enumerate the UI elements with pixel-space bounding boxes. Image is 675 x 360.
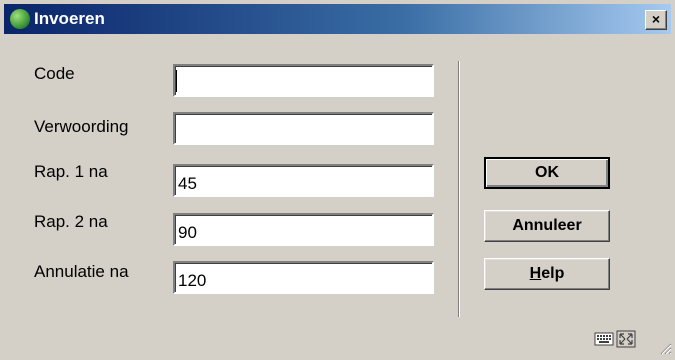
help-mnemonic: H <box>529 265 542 282</box>
label-rap-2-na: Rap. 2 na <box>34 212 108 231</box>
help-label-rest: elp <box>541 265 565 282</box>
dialog-window: Invoeren × Code Verwoording Rap. 1 na Ra… <box>0 0 675 358</box>
vertical-separator <box>458 61 459 317</box>
resize-grip-icon[interactable] <box>658 341 672 355</box>
window-title: Invoeren <box>34 9 105 28</box>
text-caret <box>176 70 177 92</box>
close-button[interactable]: × <box>645 10 667 30</box>
cancel-button[interactable]: Annuleer <box>484 210 610 242</box>
expand-icon[interactable] <box>616 330 636 348</box>
rap-2-na-field[interactable] <box>173 213 434 246</box>
label-verwoording: Verwoording <box>34 117 129 136</box>
rap-1-na-field[interactable] <box>173 164 434 197</box>
code-field[interactable] <box>173 64 434 97</box>
help-button[interactable]: Help <box>484 258 610 290</box>
app-icon <box>10 9 30 29</box>
label-annulatie-na: Annulatie na <box>34 262 129 281</box>
label-code: Code <box>34 64 75 83</box>
annulatie-na-field[interactable] <box>173 261 434 294</box>
label-rap-1-na: Rap. 1 na <box>34 162 108 181</box>
title-bar[interactable]: Invoeren × <box>4 4 671 34</box>
ok-button[interactable]: OK <box>484 157 610 189</box>
verwoording-field[interactable] <box>173 112 434 145</box>
keyboard-icon[interactable] <box>594 330 614 348</box>
